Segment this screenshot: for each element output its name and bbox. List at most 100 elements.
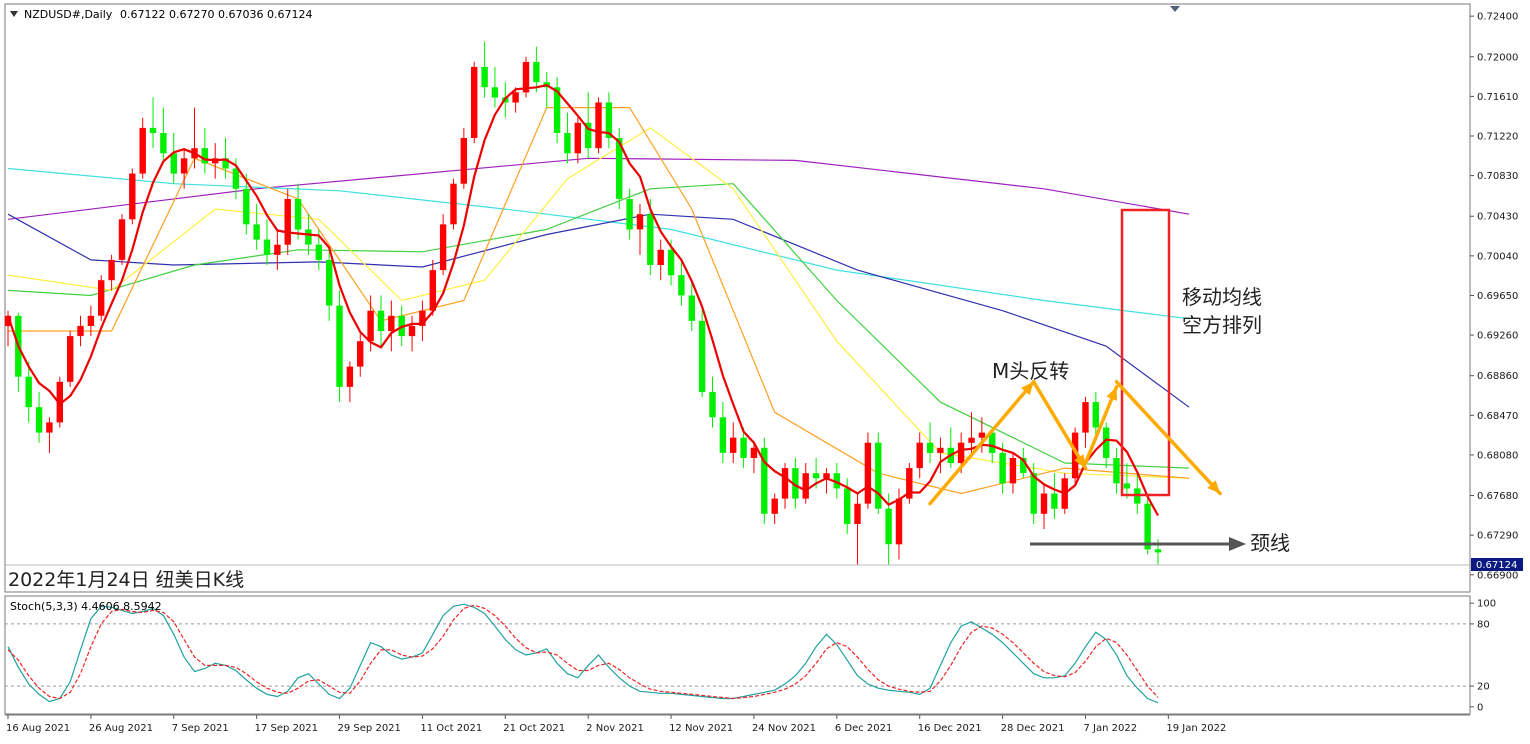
price-tick-label: 0.67290	[1477, 531, 1518, 542]
candle-body	[574, 122, 581, 154]
candle-body	[460, 138, 467, 184]
time-tick-label: 24 Nov 2021	[752, 723, 816, 734]
time-tick-label: 2 Nov 2021	[586, 723, 644, 734]
candle-body	[139, 127, 146, 174]
candle-body	[439, 224, 447, 271]
candle-body	[802, 473, 809, 499]
candle-body	[471, 66, 478, 138]
candle-body	[750, 447, 758, 458]
candle-body	[719, 417, 727, 453]
candle-body	[647, 214, 654, 265]
candle-body	[46, 422, 53, 433]
symbol-label: NZDUSD#,Daily	[24, 8, 113, 21]
price-tick-label: 0.68860	[1477, 371, 1518, 382]
price-tick-label: 0.72400	[1477, 12, 1518, 23]
time-tick-label: 7 Sep 2021	[172, 723, 229, 734]
time-tick-label: 28 Dec 2021	[1001, 723, 1065, 734]
candle-body	[512, 92, 519, 103]
candle-body	[243, 188, 250, 225]
ma-annotation-line1: 移动均线	[1182, 285, 1262, 309]
candle-body	[326, 259, 333, 306]
candle-body	[305, 229, 312, 245]
nzdusd-daily-chart: 0.72400 0.72000 0.71610 0.71220 0.70830 0.704…	[4, 3, 1523, 734]
price-tick-label: 0.67680	[1477, 491, 1518, 502]
candle-body	[429, 270, 436, 311]
time-tick-label: 16 Dec 2021	[918, 723, 982, 734]
candle-body	[781, 468, 789, 499]
candle-body	[87, 315, 95, 326]
candle-body	[1154, 549, 1162, 553]
price-tick-label: 0.68470	[1477, 411, 1518, 422]
candle-body	[25, 376, 32, 408]
price-tick-label: 0.69650	[1477, 291, 1518, 302]
candle-body	[564, 133, 571, 154]
candle-body	[1123, 483, 1131, 489]
candle-body	[957, 442, 965, 463]
price-tick-label: 0.72000	[1477, 52, 1518, 63]
candle-body	[844, 488, 851, 524]
candle-body	[1092, 402, 1099, 428]
ohlc-readout: 0.67122 0.67270 0.67036 0.67124	[120, 8, 312, 21]
price-tick-label: 0.66900	[1477, 570, 1518, 581]
candle-body	[968, 437, 975, 443]
candle-body	[129, 173, 136, 220]
candle-body	[108, 259, 115, 281]
price-tick-label: 0.70430	[1477, 212, 1518, 223]
chart-caption: 2022年1月24日 纽美日K线	[8, 569, 244, 591]
price-tick-label: 0.71610	[1477, 92, 1518, 103]
candle-body	[118, 219, 126, 260]
candle-body	[274, 244, 281, 255]
stoch-tick-label: 100	[1477, 599, 1496, 610]
candle-body	[77, 325, 84, 337]
time-tick-label: 29 Sep 2021	[338, 723, 401, 734]
candle-body	[263, 239, 271, 255]
time-tick-label: 17 Sep 2021	[255, 723, 318, 734]
candle-body	[294, 199, 302, 230]
time-tick-label: 6 Dec 2021	[835, 723, 893, 734]
candle-body	[937, 447, 944, 453]
candle-body	[388, 315, 395, 331]
candle-body	[678, 275, 685, 296]
candle-body	[1113, 458, 1120, 484]
candle-body	[336, 305, 343, 387]
candle-body	[854, 503, 861, 524]
candle-body	[67, 336, 74, 382]
candle-body	[284, 199, 291, 245]
candle-body	[170, 153, 177, 174]
candle-body	[98, 280, 105, 316]
candle-body	[916, 442, 923, 469]
price-tick-label: 0.68080	[1477, 450, 1518, 461]
candle-body	[595, 102, 602, 149]
time-tick-label: 19 Jan 2022	[1166, 723, 1226, 734]
price-tick-label: 0.69260	[1477, 331, 1518, 342]
candle-body	[481, 66, 488, 88]
time-tick-label: 7 Jan 2022	[1083, 723, 1137, 734]
candle-body	[377, 310, 385, 331]
ma-annotation-line2: 空方排列	[1182, 313, 1262, 337]
candle-body	[895, 498, 903, 545]
candle-body	[367, 310, 374, 342]
price-tick-label: 0.70040	[1477, 251, 1518, 262]
candle-body	[253, 224, 260, 240]
stoch-panel-frame	[4, 595, 1471, 715]
time-tick-label: 21 Oct 2021	[503, 723, 565, 734]
candle-body	[730, 437, 737, 453]
candle-body	[771, 498, 778, 514]
candle-body	[626, 199, 633, 230]
time-tick-label: 16 Aug 2021	[6, 723, 70, 734]
m-top-label: M头反转	[992, 359, 1069, 383]
candle-body	[149, 127, 157, 133]
price-tick-label: 0.71220	[1477, 132, 1518, 143]
candle-body	[688, 295, 695, 321]
candle-body	[698, 320, 706, 392]
candle-body	[1051, 493, 1058, 509]
candle-body	[160, 133, 167, 154]
candle-body	[864, 442, 872, 504]
price-tag: 0.67124	[1476, 560, 1517, 571]
candle-body	[875, 442, 882, 509]
candle-body	[926, 442, 934, 453]
price-axis: 0.72400 0.72000 0.71610 0.71220 0.70830 0.704…	[1470, 12, 1518, 581]
candle-body	[450, 183, 457, 225]
candle-body	[1009, 458, 1017, 484]
candle-body	[533, 61, 540, 83]
